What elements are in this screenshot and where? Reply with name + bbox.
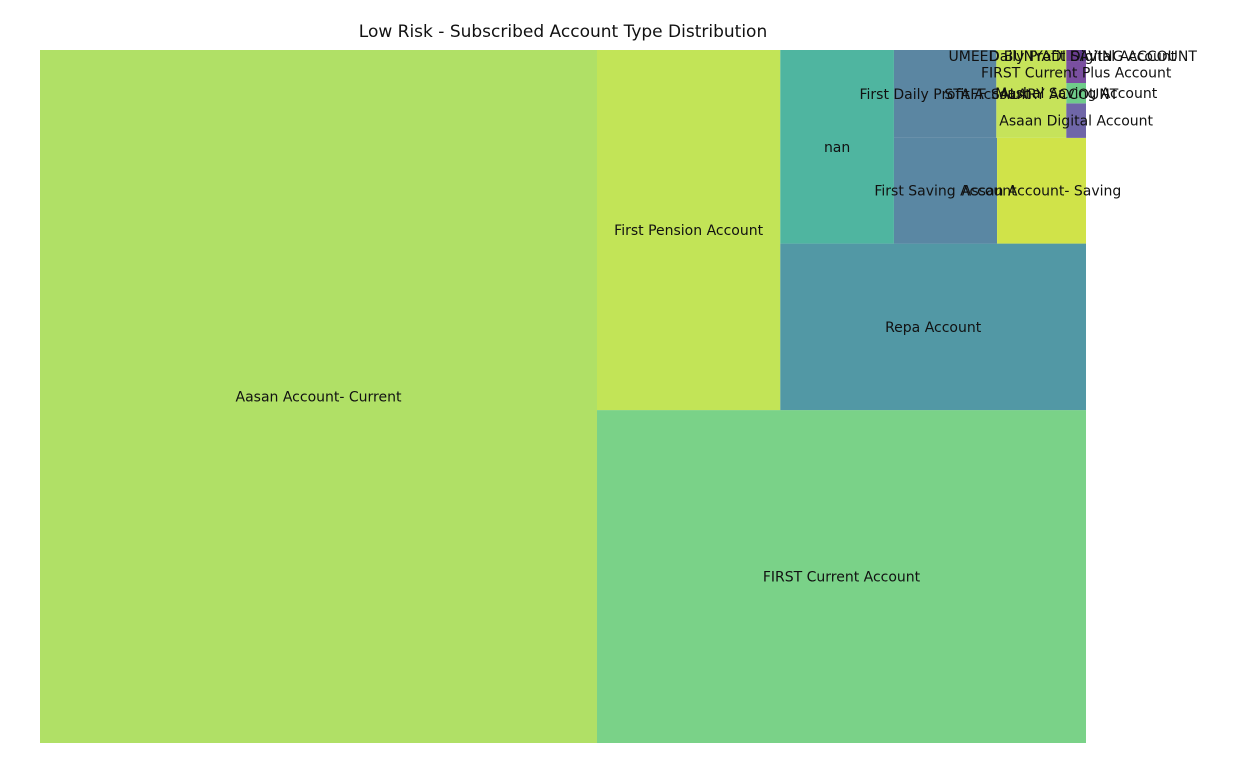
treemap-label-nan: nan bbox=[824, 140, 850, 156]
treemap-label-first-pension-account: First Pension Account bbox=[614, 223, 763, 239]
treemap-label-assan-account-saving: Assan Account- Saving bbox=[962, 184, 1122, 200]
treemap-chart: Aasan Account- Current FIRST Current Acco… bbox=[40, 49, 1197, 743]
treemap-label-daily-profit-digital-account: Daily Profit Digital Account bbox=[989, 49, 1177, 65]
treemap-label-first-current-account: FIRST Current Account bbox=[763, 570, 921, 586]
treemap-label-asaan-digital-account: Asaan Digital Account bbox=[999, 114, 1153, 130]
treemap-label-first-current-plus-account: FIRST Current Plus Account bbox=[981, 65, 1172, 81]
treemap-label-mashal-saving-account: Mashal Saving Account bbox=[995, 86, 1158, 102]
treemap-label-repa-account: Repa Account bbox=[885, 320, 982, 336]
treemap-label-aasan-account-current: Aasan Account- Current bbox=[236, 390, 402, 406]
